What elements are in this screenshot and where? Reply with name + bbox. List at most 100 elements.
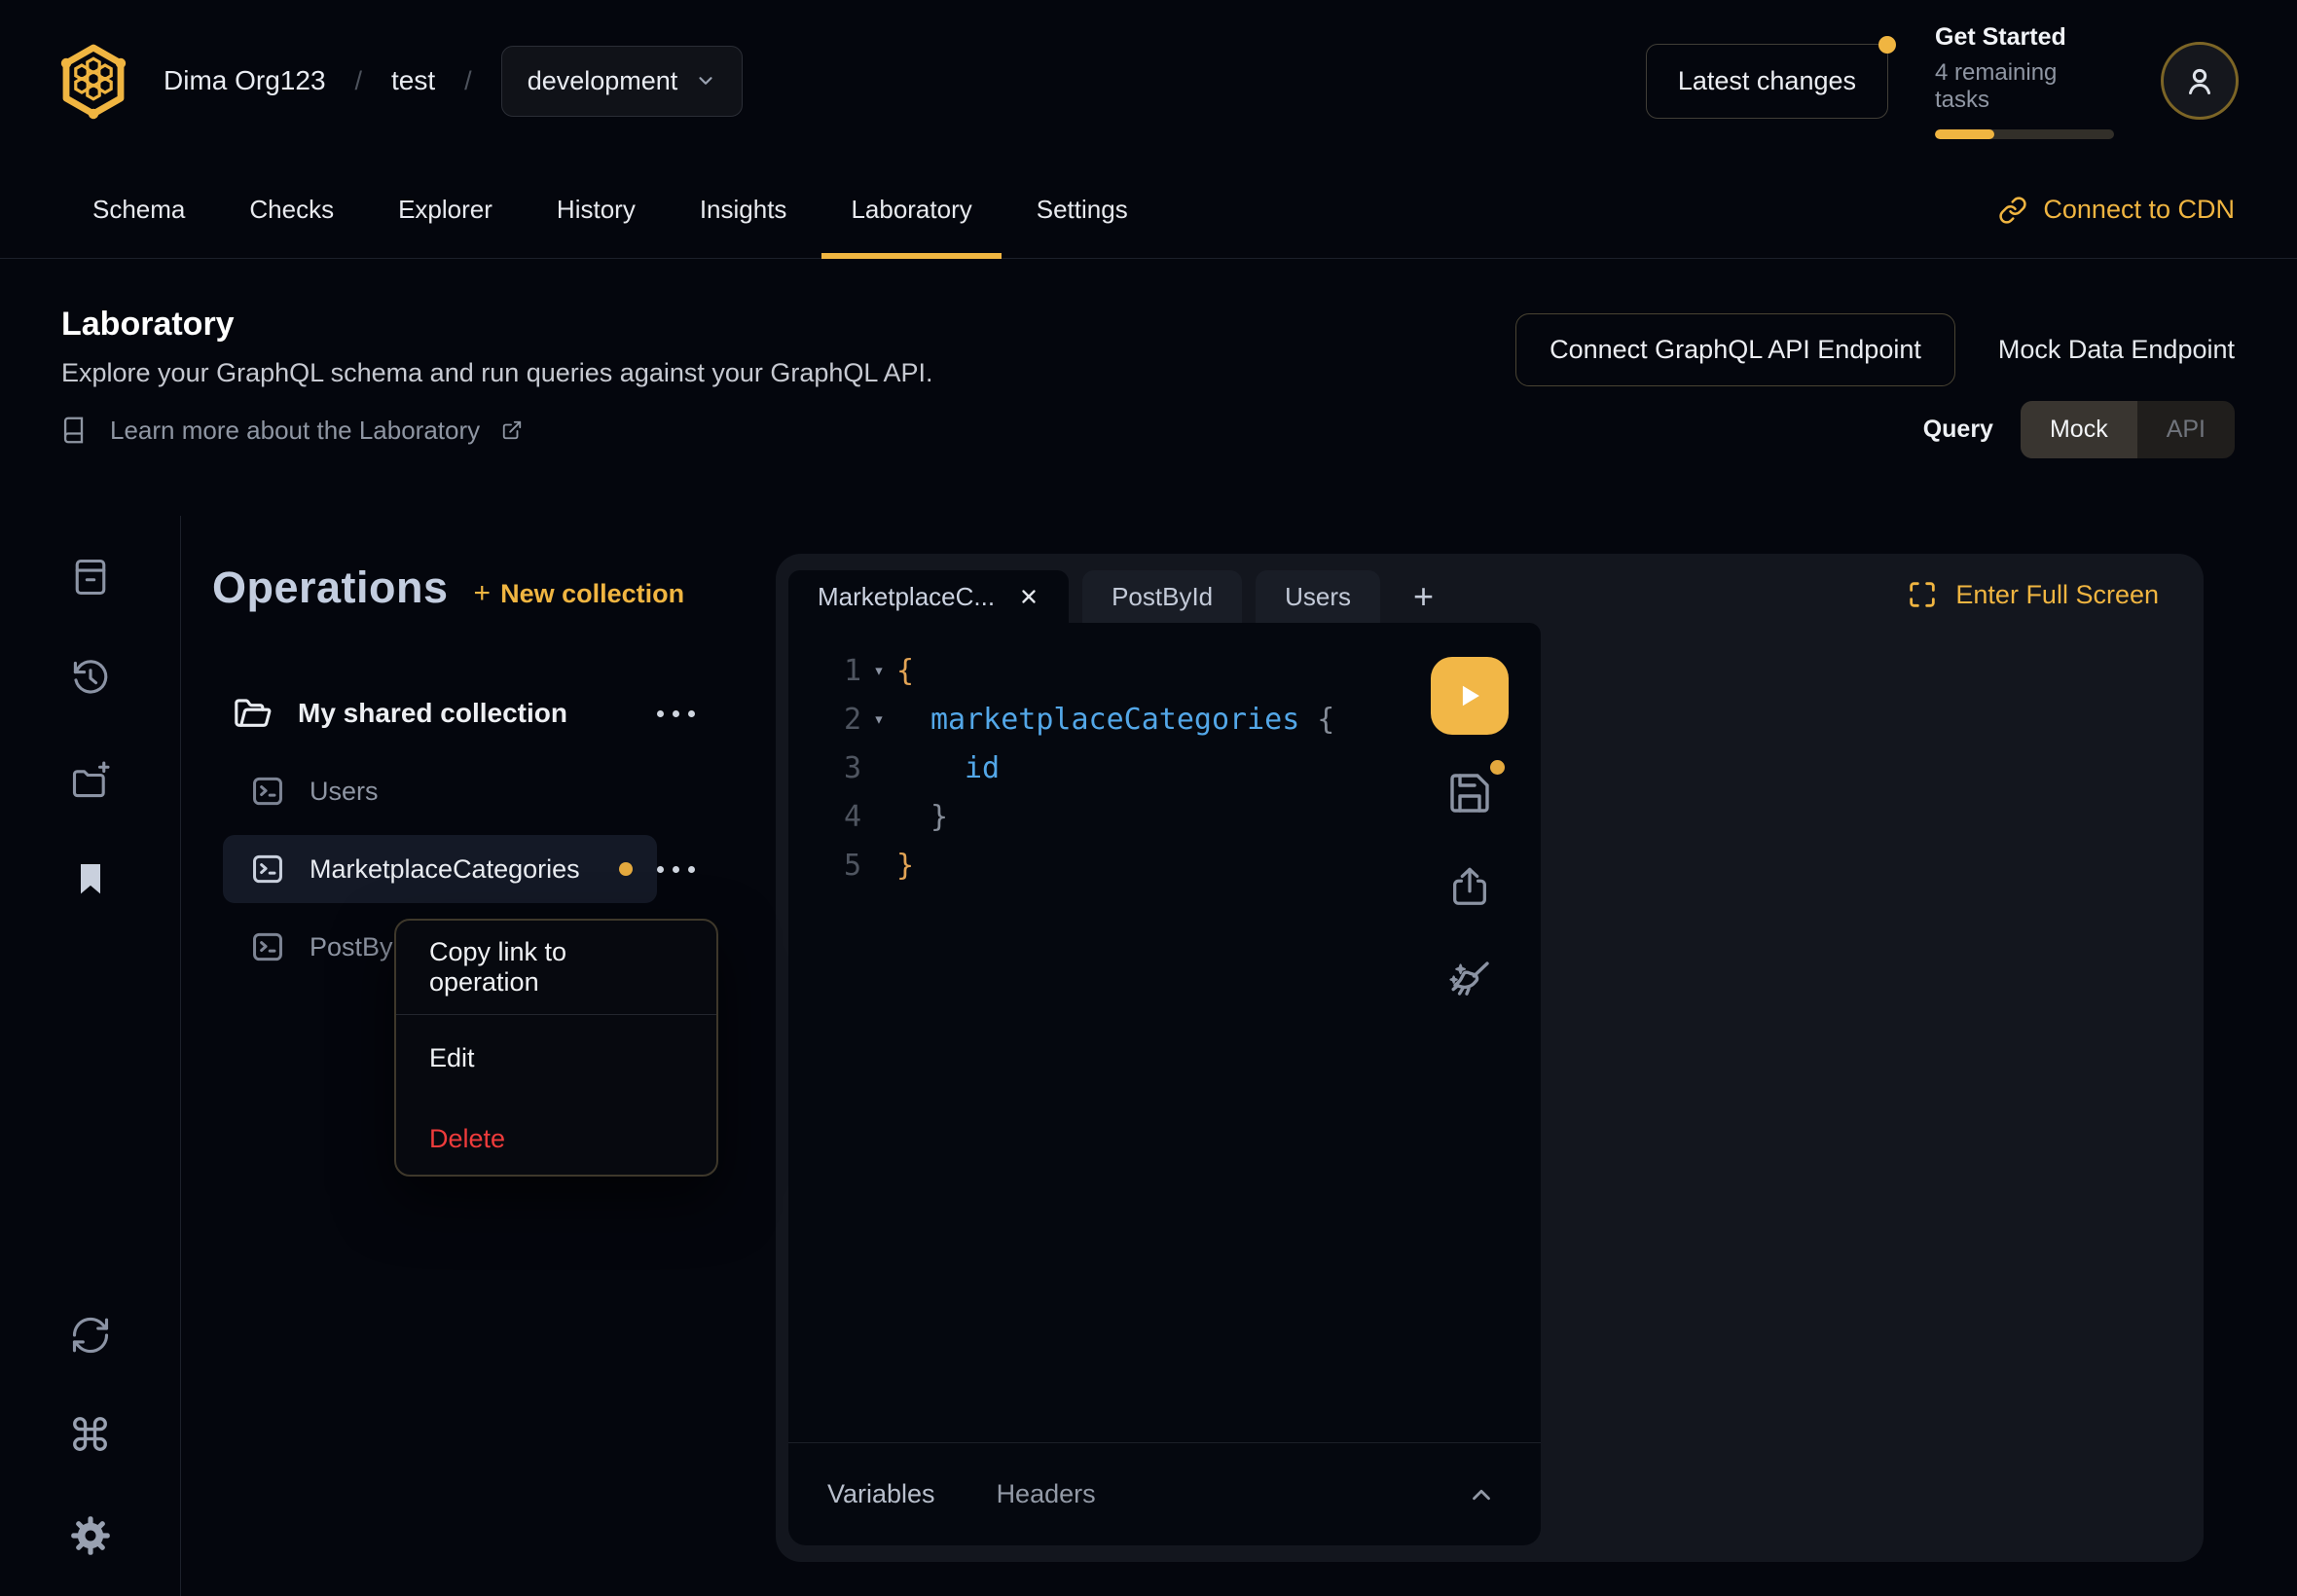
editor-tabs: MarketplaceC... PostById Users +: [788, 570, 1453, 623]
breadcrumb-separator: /: [464, 66, 472, 96]
tab-explorer[interactable]: Explorer: [398, 162, 492, 258]
page-head: Laboratory Explore your GraphQL schema a…: [0, 259, 2297, 516]
operation-row-marketplacecategories[interactable]: MarketplaceCategories: [181, 835, 779, 903]
headers-tab[interactable]: Headers: [997, 1479, 1096, 1509]
get-started-title: Get Started: [1935, 23, 2114, 52]
connect-to-cdn-label: Connect to CDN: [2043, 195, 2235, 225]
breadcrumb-org[interactable]: Dima Org123: [164, 65, 326, 96]
fullscreen-button[interactable]: Enter Full Screen: [1907, 579, 2159, 610]
tab-laboratory[interactable]: Laboratory: [851, 162, 971, 258]
collection-name: My shared collection: [298, 698, 567, 729]
notification-dot: [1878, 36, 1896, 54]
operation-menu-button[interactable]: [653, 856, 699, 883]
latest-changes-button[interactable]: Latest changes: [1646, 44, 1888, 119]
editor-tab-marketplacecategories[interactable]: MarketplaceC...: [788, 570, 1069, 623]
user-avatar[interactable]: [2161, 42, 2239, 120]
fold-arrow-icon[interactable]: ▾: [861, 660, 896, 681]
execute-query-button[interactable]: [1431, 657, 1509, 735]
link-icon: [1998, 196, 2027, 225]
operation-icon: [249, 851, 286, 888]
query-mode-toggle: Mock API: [2021, 401, 2235, 458]
query-mode-api[interactable]: API: [2137, 401, 2235, 458]
tab-settings[interactable]: Settings: [1037, 162, 1128, 258]
latest-changes-label: Latest changes: [1678, 66, 1856, 95]
new-collection-button[interactable]: + New collection: [474, 577, 685, 610]
laboratory-sidebar: ⌘: [0, 516, 180, 1596]
unsaved-changes-dot: [619, 862, 633, 876]
nav-tabs: Schema Checks Explorer History Insights …: [92, 162, 1128, 258]
code-line: 3 id: [788, 744, 1414, 792]
tab-history[interactable]: History: [557, 162, 636, 258]
collapse-footer-button[interactable]: [1461, 1474, 1502, 1515]
new-tab-button[interactable]: +: [1394, 576, 1453, 623]
operation-row-users[interactable]: Users: [181, 759, 779, 823]
tab-schema[interactable]: Schema: [92, 162, 185, 258]
collection-row[interactable]: My shared collection: [181, 681, 779, 745]
person-icon: [2180, 61, 2219, 100]
collections-icon[interactable]: [69, 556, 112, 598]
fullscreen-label: Enter Full Screen: [1955, 580, 2159, 610]
tab-checks[interactable]: Checks: [249, 162, 334, 258]
operation-icon: [249, 928, 286, 965]
prettify-button[interactable]: [1446, 957, 1493, 1003]
code-line: 5 }: [788, 841, 1414, 889]
hive-logo-icon[interactable]: [58, 42, 128, 120]
code-editor[interactable]: 1 ▾ { 2 ▾ marketplaceCategories { 3 id 4: [788, 646, 1414, 889]
target-nav: Schema Checks Explorer History Insights …: [0, 162, 2297, 259]
save-operation-button[interactable]: [1446, 770, 1493, 816]
connect-to-cdn-link[interactable]: Connect to CDN: [1998, 162, 2235, 258]
new-collection-icon[interactable]: [68, 759, 113, 802]
share-operation-button[interactable]: [1447, 863, 1492, 910]
laboratory-page: Dima Org123 / test / development Latest …: [0, 0, 2297, 1596]
code-token: }: [896, 849, 914, 883]
query-editor-panel: MarketplaceC... PostById Users + Enter F…: [776, 554, 2204, 1562]
collection-menu-button[interactable]: [653, 701, 699, 727]
fullscreen-icon: [1907, 579, 1938, 610]
editor-tab-users[interactable]: Users: [1256, 570, 1380, 623]
query-mode-row: Query Mock API: [1923, 401, 2235, 458]
operations-header: Operations + New collection: [212, 562, 684, 613]
operation-icon: [249, 773, 286, 810]
top-header: Dima Org123 / test / development Latest …: [0, 0, 2297, 162]
tab-insights[interactable]: Insights: [700, 162, 787, 258]
editor-tab-label: MarketplaceC...: [818, 582, 995, 612]
book-icon: [61, 415, 89, 446]
menu-item-copy-link[interactable]: Copy link to operation: [396, 921, 716, 1014]
code-token: {: [1317, 703, 1334, 737]
close-tab-icon[interactable]: [1018, 586, 1039, 607]
mock-data-endpoint-button[interactable]: Mock Data Endpoint: [1998, 335, 2235, 365]
target-selector[interactable]: development: [501, 46, 744, 117]
unsaved-changes-dot: [1490, 760, 1505, 775]
bookmarks-icon[interactable]: [71, 857, 110, 900]
menu-item-delete[interactable]: Delete: [396, 1101, 716, 1177]
settings-icon[interactable]: [69, 1514, 112, 1557]
code-token: id: [965, 751, 1000, 785]
query-label: Query: [1923, 416, 1993, 444]
history-icon[interactable]: [69, 657, 112, 700]
operation-name: MarketplaceCategories: [310, 854, 580, 885]
breadcrumb-project[interactable]: test: [391, 65, 435, 96]
get-started-widget[interactable]: Get Started 4 remaining tasks: [1935, 23, 2114, 139]
variables-tab[interactable]: Variables: [827, 1479, 935, 1509]
endpoint-buttons: Connect GraphQL API Endpoint Mock Data E…: [1515, 313, 2235, 386]
learn-more-link[interactable]: Learn more about the Laboratory: [61, 415, 523, 446]
header-right: Latest changes Get Started 4 remaining t…: [1646, 23, 2239, 139]
line-number: 5: [788, 849, 861, 883]
code-line: 4 }: [788, 792, 1414, 841]
page-title: Laboratory: [61, 306, 235, 344]
fold-arrow-icon[interactable]: ▾: [861, 708, 896, 730]
query-pane: 1 ▾ { 2 ▾ marketplaceCategories { 3 id 4: [788, 623, 1541, 1545]
code-line: 1 ▾ {: [788, 646, 1414, 695]
line-number: 4: [788, 800, 861, 834]
code-line: 2 ▾ marketplaceCategories {: [788, 695, 1414, 744]
connect-graphql-endpoint-button[interactable]: Connect GraphQL API Endpoint: [1515, 313, 1955, 386]
editor-tab-postbyid[interactable]: PostById: [1082, 570, 1242, 623]
sync-icon[interactable]: [69, 1314, 112, 1357]
shortcuts-icon[interactable]: ⌘: [68, 1409, 113, 1462]
line-number: 2: [788, 703, 861, 737]
command-glyph: ⌘: [68, 1410, 113, 1461]
menu-item-edit[interactable]: Edit: [396, 1015, 716, 1101]
query-mode-mock[interactable]: Mock: [2021, 401, 2137, 458]
editor-actions: [1431, 657, 1509, 1003]
page-description: Explore your GraphQL schema and run quer…: [61, 358, 932, 388]
